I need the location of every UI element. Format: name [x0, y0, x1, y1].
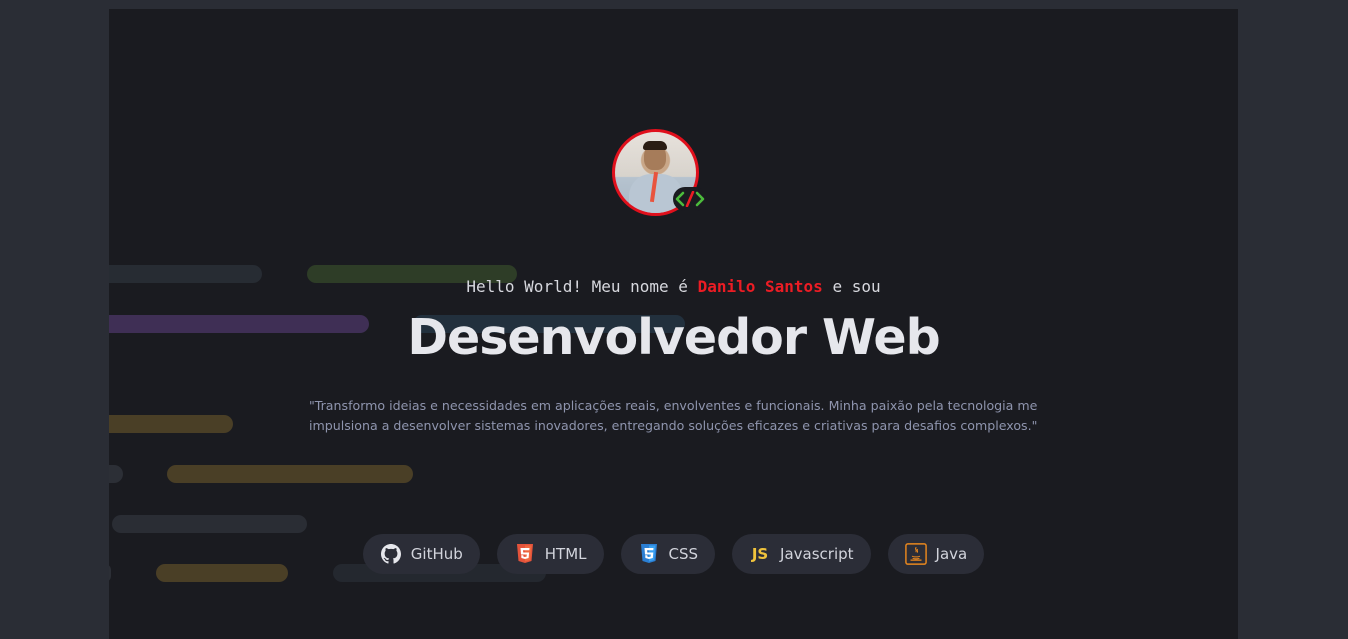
code-icon — [673, 187, 707, 211]
skill-chip-javascript[interactable]: JS Javascript — [732, 534, 871, 574]
html5-icon — [514, 543, 536, 565]
skill-chip-github[interactable]: GitHub — [362, 534, 480, 574]
skill-label: Java — [935, 545, 968, 563]
skill-label: HTML — [544, 545, 587, 563]
developer-name: Danilo Santos — [697, 277, 823, 296]
skill-label: Javascript — [780, 545, 854, 563]
page-title: Desenvolvedor Web — [407, 309, 940, 366]
code-line-bar — [112, 515, 307, 533]
skill-chip-css[interactable]: CSS — [620, 534, 716, 574]
greeting-line: Hello World! Meu nome é Danilo Santos e … — [109, 277, 1238, 296]
hero-quote: "Transformo ideias e necessidades em apl… — [309, 398, 1038, 433]
greeting-suffix: e sou — [832, 277, 881, 296]
skill-label: GitHub — [410, 545, 463, 563]
css3-icon — [638, 543, 660, 565]
greeting-prefix: Hello World! Meu nome é — [466, 277, 688, 296]
hero-section: Hello World! Meu nome é Danilo Santos e … — [109, 9, 1238, 639]
profile-avatar — [612, 129, 707, 216]
skills-list: GitHub HTML CSS JS Javascript Java — [109, 534, 1238, 574]
github-icon — [380, 543, 402, 565]
java-icon — [904, 543, 927, 565]
code-line-bar — [109, 415, 233, 433]
code-line-bar — [167, 465, 413, 483]
skill-chip-html[interactable]: HTML — [496, 534, 604, 574]
skill-label: CSS — [668, 545, 699, 563]
js-icon: JS — [751, 545, 769, 563]
code-line-bar — [109, 465, 123, 483]
skill-chip-java[interactable]: Java — [887, 534, 985, 574]
